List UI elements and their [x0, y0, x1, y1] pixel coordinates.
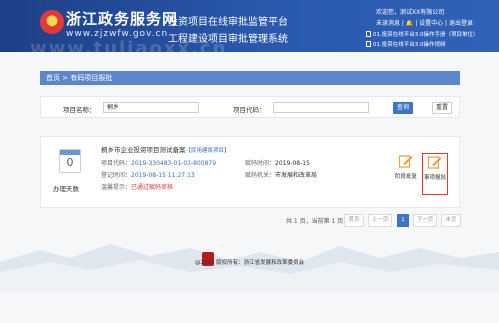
document-icon — [366, 31, 371, 37]
item-submit-label: 事项报批 — [423, 175, 446, 181]
project-title-text: 桐乡市企业投资项目测试备案 — [101, 146, 186, 154]
stage-approval-label: 阶段批复 — [394, 174, 417, 180]
video-link[interactable]: 01.投资在线平台3.0操作视频 — [366, 40, 446, 48]
system-title-line1: 投资项目在线审批监管平台 — [168, 17, 288, 28]
calendar-days-value: 0 — [66, 156, 74, 169]
document-icon — [366, 41, 371, 47]
project-name-input[interactable]: 桐乡 — [103, 102, 199, 113]
tip-key: 温馨提示： — [101, 184, 132, 191]
video-link-label: 01.投资在线平台3.0操作视频 — [373, 42, 446, 48]
code-value: 2019-330483-01-03-800879 — [131, 160, 217, 167]
register-key: 登记时间： — [101, 172, 132, 179]
tip-value: 已通过赋码审核 — [131, 184, 174, 191]
stage-approval-button[interactable]: 阶段批复 — [393, 153, 419, 195]
project-type-tag: 【民用建筑项目】 — [185, 148, 230, 154]
project-code-row: 项目代码：2019-330483-01-03-800879 — [101, 158, 216, 167]
project-code-input[interactable] — [273, 102, 369, 113]
register-value: 2019-08-15 11:27:13 — [131, 172, 195, 179]
item-submit-button[interactable]: 事项报批 — [422, 153, 448, 195]
edit-icon — [427, 156, 442, 169]
edit-icon — [398, 155, 413, 168]
register-time-row: 登记时间：2019-08-15 11:27:13 — [101, 170, 195, 179]
project-card: 0 办理天数 桐乡市企业投资项目测试备案【民用建筑项目】 项目代码：2019-3… — [40, 136, 460, 208]
pager-next[interactable]: 下一页 — [413, 214, 437, 227]
pager-first[interactable]: 首页 — [344, 214, 364, 227]
manual-link-label: 01.投资在线平台3.0操作手册（项目单位） — [373, 32, 479, 38]
code-key: 项目代码： — [101, 160, 132, 167]
pager-prev[interactable]: 上一页 — [368, 214, 392, 227]
project-name-label: 项目名称： — [63, 106, 96, 114]
calendar-icon: 0 — [59, 149, 81, 173]
project-title[interactable]: 桐乡市企业投资项目测试备案【民用建筑项目】 — [101, 144, 230, 154]
project-code-label: 项目代码： — [233, 106, 266, 114]
welcome-text: 欢迎您，测试XX有限公司 — [376, 9, 445, 16]
manual-link[interactable]: 01.投资在线平台3.0操作手册（项目单位） — [366, 30, 479, 38]
site-header: 浙江政务服务网 www.zjzwfw.gov.cn 投资项目在线审批监管平台 工… — [0, 0, 499, 59]
query-button[interactable]: 查询 — [393, 102, 413, 114]
days-label: 办理天数 — [53, 185, 79, 193]
reset-button[interactable]: 重置 — [432, 102, 452, 114]
brand-title[interactable]: 浙江政务服务网 — [66, 8, 178, 29]
logo-icon — [40, 10, 64, 34]
assign-org-row: 赋码机关：市发展和改革局 — [245, 170, 317, 179]
pager-summary: 共 1 页，当前第 1 页 — [286, 218, 344, 225]
search-bar: 项目名称： 桐乡 项目代码： 查询 重置 — [40, 96, 460, 118]
pager-last[interactable]: 末页 — [441, 214, 461, 227]
assign-time-key: 赋码时间： — [245, 160, 276, 167]
breadcrumb[interactable]: 首页 > 有码项目报批 — [40, 71, 460, 85]
pager-current[interactable]: 1 — [397, 214, 409, 227]
assign-time-value: 2019-08-15 — [275, 160, 310, 167]
tip-row: 温馨提示：已通过赋码审核 — [101, 182, 173, 191]
assign-time-row: 赋码时间：2019-08-15 — [245, 158, 310, 167]
user-menu[interactable]: 未读消息 | 🔔 | 设置中心 | 退出登录 — [376, 18, 473, 27]
assign-org-value: 市发展和改革局 — [275, 172, 318, 179]
footer-copyright: @2019 版权所有：浙江省发展和改革委员会 — [194, 260, 305, 266]
assign-org-key: 赋码机关： — [245, 172, 276, 179]
